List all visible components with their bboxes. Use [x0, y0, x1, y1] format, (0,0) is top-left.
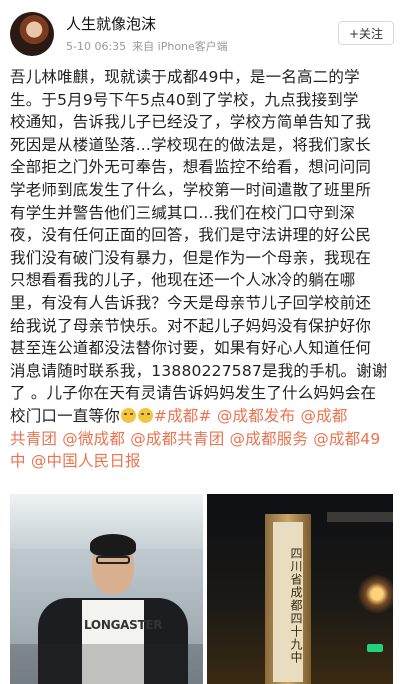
author-name[interactable]: 人生就像泡沫: [66, 13, 156, 34]
content-line: 了 。儿子你在天有灵请告诉妈妈发生了什么妈妈会在: [10, 382, 393, 405]
content-text: 全部拒之门外无可奉告，想看监控不给看，想问问同: [10, 158, 372, 177]
cry-face-icon: [120, 407, 136, 423]
post-image-student[interactable]: LONGASTER: [10, 494, 203, 684]
content-line: 里，有没有人告诉我？今天是母亲节儿子回学校前还: [10, 292, 393, 315]
content-line: 全部拒之门外无可奉告，想看监控不给看，想问问同: [10, 156, 393, 179]
content-text: 校门口一直等你: [10, 406, 120, 425]
post-source: 来自 iPhone客户端: [132, 40, 228, 53]
content-text: 生。于5月9号下午5点40到了学校，九点我接到学: [10, 90, 359, 109]
content-line: 校通知，告诉我儿子已经没了，学校方简单告知了我: [10, 111, 393, 134]
content-text: 夜，没有任何正面的回答，我们是守法讲理的好公民: [10, 226, 372, 245]
content-text: 我们没有破门没有暴力，但是作为一个母亲，我现在: [10, 248, 372, 267]
content-line: 有学生并警告他们三缄其口...我们在校门口守到深: [10, 202, 393, 225]
school-plaque: 四川省成都四十九中: [273, 522, 303, 682]
content-line: 死因是从楼道坠落...学校现在的做法是，将我们家长: [10, 134, 393, 157]
mention-link[interactable]: @微成都: [62, 430, 125, 448]
post-image-school-gate[interactable]: 四川省成都四十九中: [207, 494, 393, 684]
content-line: 共青团 @微成都 @成都共青团 @成都服务 @成都49: [10, 428, 393, 451]
mention-link[interactable]: @成都发布: [217, 407, 296, 425]
post-timestamp: 5-10 06:35: [66, 40, 127, 53]
post-header: 人生就像泡沫 5-10 06:35 来自 iPhone客户端 +关注: [0, 0, 401, 60]
content-line: 甚至连公道都没法替你讨要，如果有好心人知道任何: [10, 337, 393, 360]
content-line: 夜，没有任何正面的回答，我们是守法讲理的好公民: [10, 224, 393, 247]
mention-link[interactable]: @成都49: [313, 430, 380, 448]
post-content: 吾儿林唯麒，现就读于成都49中，是一名高二的学 生。于5月9号下午5点40到了学校…: [10, 66, 393, 473]
mention-link[interactable]: @成都共青团: [130, 430, 224, 448]
content-text: 有学生并警告他们三缄其口...我们在校门口守到深: [10, 203, 356, 222]
mention-link[interactable]: @中国人民日报: [31, 452, 141, 470]
post-meta: 5-10 06:35 来自 iPhone客户端: [66, 38, 228, 54]
content-text: 甚至连公道都没法替你讨要，如果有好心人知道任何: [10, 339, 372, 358]
content-line: 生。于5月9号下午5点40到了学校，九点我接到学: [10, 89, 393, 112]
follow-button[interactable]: +关注: [338, 21, 394, 45]
mention-link[interactable]: @成都: [300, 407, 347, 425]
content-line: 只想看看我的儿子，他现在还一个人冰冷的躺在哪: [10, 269, 393, 292]
content-text: 校通知，告诉我儿子已经没了，学校方简单告知了我: [10, 113, 372, 132]
content-text: 学老师到底发生了什么，学校第一时间遣散了班里所: [10, 180, 372, 199]
content-text: 只想看看我的儿子，他现在还一个人冰冷的躺在哪: [10, 271, 356, 290]
content-line: 给我说了母亲节快乐。对不起儿子妈妈没有保护好你: [10, 315, 393, 338]
content-text: 吾儿林唯麒，现就读于成都49中，是一名高二的学: [10, 68, 360, 86]
mention-link[interactable]: @成都服务: [230, 430, 309, 448]
content-line: 吾儿林唯麒，现就读于成都49中，是一名高二的学: [10, 66, 393, 89]
content-text: 里，有没有人告诉我？今天是母亲节儿子回学校前还: [10, 293, 372, 312]
content-text: 死因是从楼道坠落...学校现在的做法是，将我们家长: [10, 135, 371, 154]
hashtag-link[interactable]: #成都#: [154, 407, 212, 425]
mention-link[interactable]: 共青团: [10, 430, 57, 448]
content-line: 中 @中国人民日报: [10, 450, 393, 473]
shirt-print: LONGASTER: [84, 618, 163, 632]
content-text: 了 。儿子你在天有灵请告诉妈妈发生了什么妈妈会在: [10, 384, 377, 403]
mention-link[interactable]: 中: [10, 452, 26, 470]
content-text: 给我说了母亲节快乐。对不起儿子妈妈没有保护好你: [10, 316, 372, 335]
content-line: 学老师到底发生了什么，学校第一时间遣散了班里所: [10, 179, 393, 202]
content-line: 我们没有破门没有暴力，但是作为一个母亲，我现在: [10, 247, 393, 270]
content-line: 消息请随时联系我，13880227587是我的手机。谢谢: [10, 360, 393, 383]
content-line: 校门口一直等你 #成都# @成都发布 @成都: [10, 405, 393, 428]
cry-face-icon: [137, 407, 153, 423]
avatar[interactable]: [10, 12, 54, 56]
content-text: 消息请随时联系我，13880227587是我的手机。谢谢: [10, 361, 388, 380]
